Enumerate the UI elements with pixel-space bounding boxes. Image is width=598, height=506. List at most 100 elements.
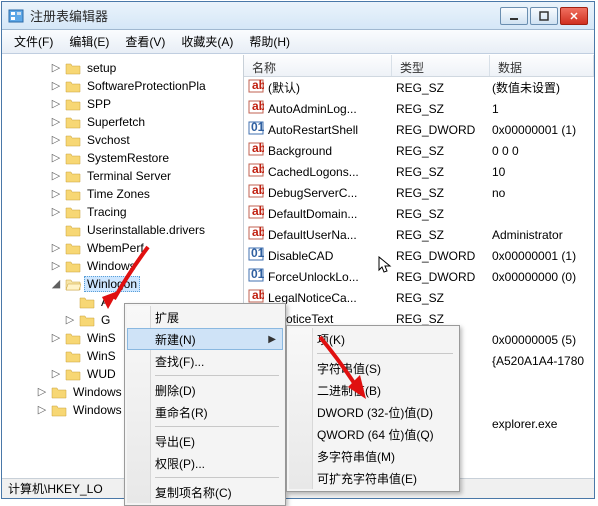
tree-label: Svchost bbox=[84, 132, 133, 148]
expand-toggle-icon[interactable]: ▷ bbox=[50, 260, 62, 272]
tree-node[interactable]: Userinstallable.drivers bbox=[8, 221, 243, 239]
menu-favorites[interactable]: 收藏夹(A) bbox=[173, 30, 241, 53]
ctx-new-key[interactable]: 项(K) bbox=[289, 328, 457, 350]
col-data[interactable]: 数据 bbox=[490, 55, 594, 76]
ctx-export[interactable]: 导出(E) bbox=[127, 430, 283, 452]
tree-node[interactable]: ▷ setup bbox=[8, 59, 243, 77]
tree-label: SoftwareProtectionPla bbox=[84, 78, 209, 94]
ctx-new-binary[interactable]: 二进制值(B) bbox=[289, 379, 457, 401]
svg-text:ab: ab bbox=[252, 162, 264, 176]
expand-toggle-icon[interactable]: ▷ bbox=[50, 152, 62, 164]
ctx-delete[interactable]: 删除(D) bbox=[127, 379, 283, 401]
tree-node[interactable]: ▷Windows bbox=[8, 257, 243, 275]
value-type-icon: ab bbox=[248, 225, 268, 244]
svg-text:011: 011 bbox=[251, 267, 264, 281]
value-data: {A520A1A4-1780 bbox=[490, 354, 594, 368]
value-data: 1 bbox=[490, 102, 594, 116]
menu-file[interactable]: 文件(F) bbox=[6, 30, 61, 53]
col-type[interactable]: 类型 bbox=[392, 55, 490, 76]
value-type: REG_SZ bbox=[392, 186, 490, 200]
minimize-button[interactable] bbox=[500, 7, 528, 25]
value-type-icon: ab bbox=[248, 183, 268, 202]
tree-label: setup bbox=[84, 60, 119, 76]
expand-toggle-icon[interactable]: ▷ bbox=[64, 314, 76, 326]
list-row[interactable]: ab(默认)REG_SZ(数值未设置) bbox=[244, 77, 594, 98]
ctx-find[interactable]: 查找(F)... bbox=[127, 350, 283, 372]
ctx-permissions[interactable]: 权限(P)... bbox=[127, 452, 283, 474]
expand-toggle-icon[interactable]: ▷ bbox=[50, 134, 62, 146]
value-type: REG_SZ bbox=[392, 102, 490, 116]
ctx-expand[interactable]: 扩展 bbox=[127, 306, 283, 328]
ctx-new-string[interactable]: 字符串值(S) bbox=[289, 357, 457, 379]
tree-node[interactable]: ▷Tracing bbox=[8, 203, 243, 221]
expand-toggle-icon[interactable]: ▷ bbox=[50, 188, 62, 200]
menu-help[interactable]: 帮助(H) bbox=[241, 30, 298, 53]
list-row[interactable]: abCachedLogons...REG_SZ10 bbox=[244, 161, 594, 182]
tree-label: WbemPerf bbox=[84, 240, 147, 256]
maximize-button[interactable] bbox=[530, 7, 558, 25]
tree-node[interactable]: ▷ Time Zones bbox=[8, 185, 243, 203]
titlebar[interactable]: 注册表编辑器 bbox=[2, 2, 594, 30]
list-row[interactable]: abDefaultUserNa...REG_SZAdministrator bbox=[244, 224, 594, 245]
list-row[interactable]: abAutoAdminLog...REG_SZ1 bbox=[244, 98, 594, 119]
expand-toggle-icon[interactable]: ▷ bbox=[50, 170, 62, 182]
menu-separator bbox=[155, 477, 279, 478]
menu-view[interactable]: 查看(V) bbox=[117, 30, 173, 53]
tree-label: Superfetch bbox=[84, 114, 148, 130]
value-name: DebugServerC... bbox=[268, 186, 357, 200]
close-button[interactable] bbox=[560, 7, 588, 25]
svg-text:ab: ab bbox=[252, 288, 264, 302]
tree-node[interactable]: ▷SystemRestore bbox=[8, 149, 243, 167]
tree-node[interactable]: ▷ Superfetch bbox=[8, 113, 243, 131]
context-menu-new: 项(K) 字符串值(S) 二进制值(B) DWORD (32-位)值(D) QW… bbox=[286, 325, 460, 492]
value-type: REG_SZ bbox=[392, 312, 490, 326]
value-type-icon: ab bbox=[248, 162, 268, 181]
ctx-new-qword[interactable]: QWORD (64 位)值(Q) bbox=[289, 423, 457, 445]
svg-text:011: 011 bbox=[251, 120, 264, 134]
list-row[interactable]: 011ForceUnlockLo...REG_DWORD0x00000000 (… bbox=[244, 266, 594, 287]
ctx-new-dword[interactable]: DWORD (32-位)值(D) bbox=[289, 401, 457, 423]
tree-label: SPP bbox=[84, 96, 114, 112]
tree-node[interactable]: ▷ SPP bbox=[8, 95, 243, 113]
expand-toggle-icon[interactable]: ▷ bbox=[50, 368, 62, 380]
expand-toggle-icon[interactable]: ▷ bbox=[50, 62, 62, 74]
ctx-new[interactable]: 新建(N)▶ bbox=[127, 328, 283, 350]
window-title: 注册表编辑器 bbox=[30, 6, 500, 25]
list-row[interactable]: 011DisableCADREG_DWORD0x00000001 (1) bbox=[244, 245, 594, 266]
expand-toggle-icon[interactable]: ▷ bbox=[50, 332, 62, 344]
list-row[interactable]: abDefaultDomain...REG_SZ bbox=[244, 203, 594, 224]
tree-label: WinS bbox=[84, 348, 119, 364]
tree-node[interactable]: ▷ WbemPerf bbox=[8, 239, 243, 257]
expand-toggle-icon[interactable]: ▷ bbox=[50, 242, 62, 254]
menu-edit[interactable]: 编辑(E) bbox=[61, 30, 117, 53]
list-row[interactable]: abDebugServerC...REG_SZno bbox=[244, 182, 594, 203]
value-data: (数值未设置) bbox=[490, 79, 594, 96]
col-name[interactable]: 名称 bbox=[244, 55, 392, 76]
tree-node[interactable]: ▷ Svchost bbox=[8, 131, 243, 149]
ctx-new-expandstring[interactable]: 可扩充字符串值(E) bbox=[289, 467, 457, 489]
tree-label: Time Zones bbox=[84, 186, 153, 202]
ctx-new-multistring[interactable]: 多字符串值(M) bbox=[289, 445, 457, 467]
expand-toggle-icon[interactable]: ▷ bbox=[36, 404, 48, 416]
value-type-icon: ab bbox=[248, 99, 268, 118]
expand-toggle-icon[interactable]: ▷ bbox=[50, 206, 62, 218]
tree-node[interactable]: ◢Winlogon bbox=[8, 275, 243, 293]
tree-node[interactable]: ▷ SoftwareProtectionPla bbox=[8, 77, 243, 95]
value-type: REG_SZ bbox=[392, 165, 490, 179]
expand-toggle-icon[interactable]: ▷ bbox=[36, 386, 48, 398]
list-row[interactable]: 011AutoRestartShellREG_DWORD0x00000001 (… bbox=[244, 119, 594, 140]
tree-node[interactable]: ▷Terminal Server bbox=[8, 167, 243, 185]
value-type: REG_SZ bbox=[392, 291, 490, 305]
menu-separator bbox=[317, 353, 453, 354]
ctx-rename[interactable]: 重命名(R) bbox=[127, 401, 283, 423]
svg-text:ab: ab bbox=[252, 204, 264, 218]
menu-separator bbox=[155, 426, 279, 427]
expand-toggle-icon[interactable]: ▷ bbox=[50, 98, 62, 110]
expand-toggle-icon[interactable]: ▷ bbox=[50, 116, 62, 128]
list-row[interactable]: abLegalNoticeCa...REG_SZ bbox=[244, 287, 594, 308]
list-row[interactable]: abBackgroundREG_SZ0 0 0 bbox=[244, 140, 594, 161]
expand-toggle-icon[interactable]: ▷ bbox=[50, 80, 62, 92]
value-type: REG_SZ bbox=[392, 228, 490, 242]
svg-text:ab: ab bbox=[252, 183, 264, 197]
expand-toggle-icon[interactable]: ◢ bbox=[50, 278, 62, 290]
